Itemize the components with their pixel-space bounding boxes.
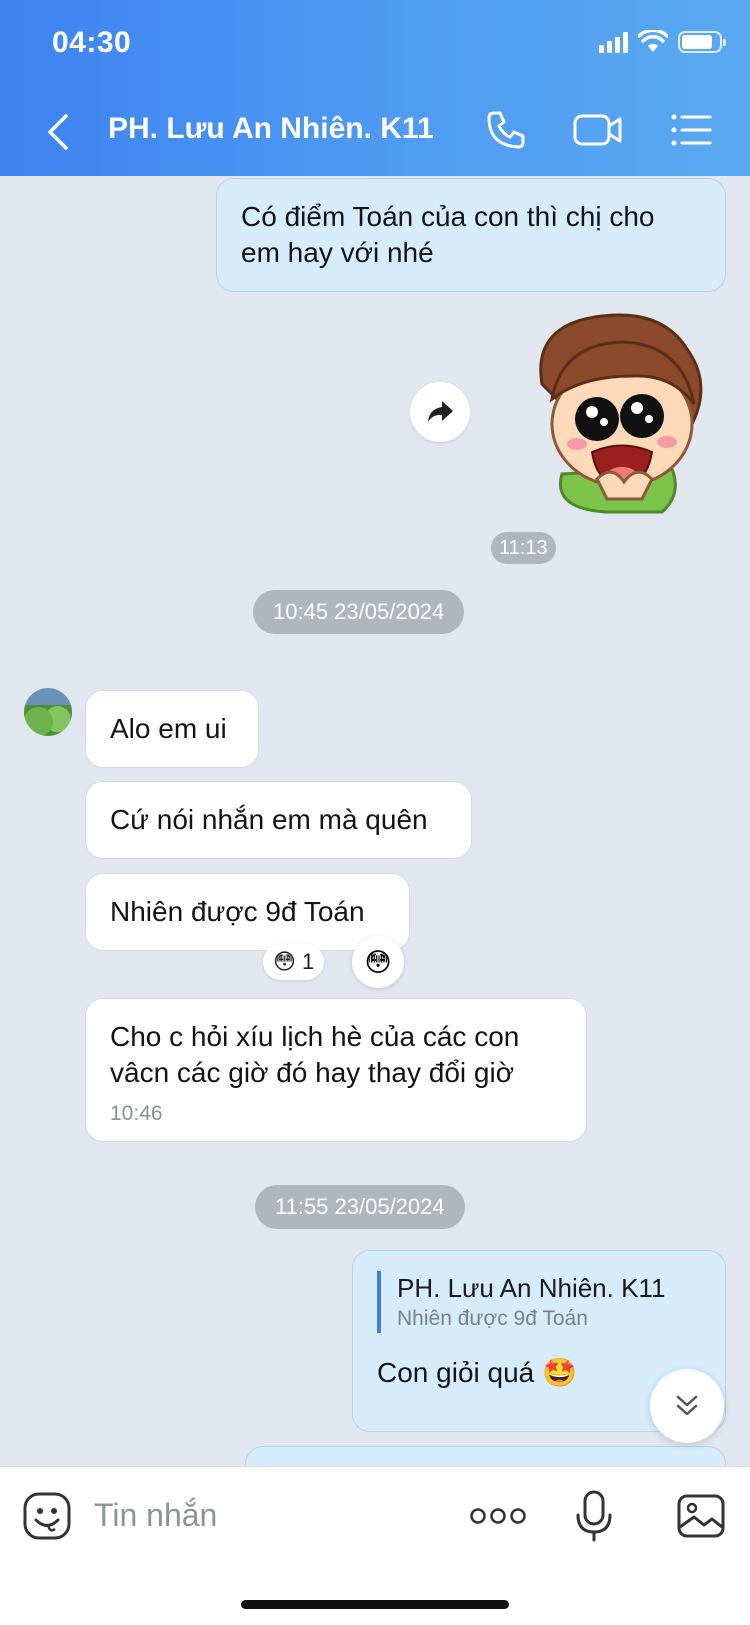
scroll-to-bottom-button[interactable] [650,1369,724,1443]
call-button[interactable] [484,108,528,157]
status-time: 04:30 [52,26,132,59]
home-indicator [241,1600,509,1609]
surprised-emoji-icon: 😳 [273,949,296,974]
message-text: Cứ nói nhắn em mà quên [110,804,428,835]
message-bubble-out[interactable] [245,1446,726,1466]
message-bubble-in[interactable]: Cứ nói nhắn em mà quên [85,781,472,859]
quoted-text: Nhiên được 9đ Toán [397,1307,588,1330]
video-call-button[interactable] [572,108,624,157]
reaction-summary[interactable]: 😳 1 [263,944,325,980]
message-time: 10:46 [110,1102,163,1125]
status-icons [599,30,726,54]
chevron-left-icon [48,114,68,150]
message-text: Con giỏi quá 🤩 [377,1357,577,1388]
more-icon [470,1508,526,1524]
add-reaction-button[interactable]: 😳 [352,936,404,988]
emoji-icon [23,1492,71,1540]
wifi-icon [638,30,668,52]
message-bubble-in[interactable]: Nhiên được 9đ Toán [85,873,410,951]
options-button[interactable] [670,108,712,157]
quoted-sender: PH. Lưu An Nhiên. K11 [397,1273,666,1303]
signal-icon [599,31,628,53]
mic-icon [576,1490,612,1542]
voice-button[interactable] [574,1489,614,1548]
phone-icon [487,111,525,149]
battery-icon [678,31,726,53]
message-text: Nhiên được 9đ Toán [110,896,365,927]
message-text: Alo em ui [110,713,227,744]
message-time: 11:13 [491,532,556,564]
avatar[interactable] [24,688,72,736]
date-separator: 10:45 23/05/2024 [253,590,465,634]
message-text: Cho c hỏi xíu lịch hè của các con vâcn c… [110,1021,520,1088]
message-bubble-in[interactable]: Cho c hỏi xíu lịch hè của các con vâcn c… [85,998,587,1142]
more-button[interactable] [470,1505,526,1532]
chevron-double-down-icon [676,1395,698,1416]
sticker-image[interactable] [512,304,712,514]
forward-icon [428,401,453,422]
forward-button[interactable] [410,382,470,442]
reaction-count: 1 [301,949,315,974]
input-bar: Tin nhắn [0,1466,750,1625]
emoji-button[interactable] [22,1491,72,1546]
message-input[interactable]: Tin nhắn [94,1497,217,1534]
quoted-message[interactable]: PH. Lưu An Nhiên. K11 Nhiên được 9đ Toán [377,1271,701,1333]
message-bubble-in[interactable]: Alo em ui [85,690,259,768]
chat-title[interactable]: PH. Lưu An Nhiên. K11 [108,112,434,146]
list-icon [671,114,712,146]
video-icon [573,114,622,146]
image-button[interactable] [676,1493,726,1544]
message-text: Có điểm Toán của con thì chị cho em hay … [241,201,655,268]
surprised-emoji-icon: 😳 [364,946,392,977]
message-bubble-out[interactable]: Có điểm Toán của con thì chị cho em hay … [216,178,726,292]
image-icon [677,1494,725,1538]
date-separator: 11:55 23/05/2024 [255,1185,465,1229]
back-button[interactable] [40,110,80,154]
chat-header: 04:30 PH. Lưu An Nhiên. K11 [0,0,750,176]
message-list[interactable]: Có điểm Toán của con thì chị cho em hay … [0,176,750,1466]
